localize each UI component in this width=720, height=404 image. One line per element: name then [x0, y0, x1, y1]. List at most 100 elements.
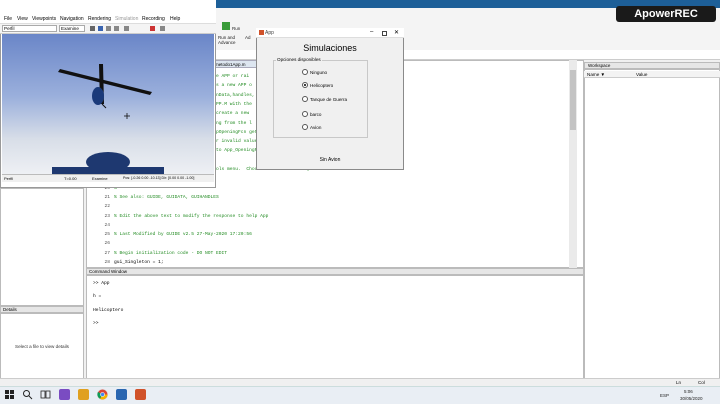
- workspace-panel[interactable]: [584, 69, 720, 385]
- radio-label[interactable]: Helicoptero: [310, 83, 333, 88]
- menu-simulation[interactable]: Simulation: [115, 16, 138, 22]
- toolbar-icon[interactable]: [114, 26, 119, 31]
- line-text: nData,handles,: [216, 92, 255, 98]
- code-line[interactable]: 22: [88, 202, 568, 211]
- line-number: 28: [104, 260, 110, 265]
- line-text: gui_Singleton = 1;: [114, 260, 164, 265]
- toolbar-icon[interactable]: [160, 26, 165, 31]
- run-advance-button[interactable]: Run and Advance: [218, 35, 244, 45]
- status-time: T=0.00: [64, 176, 77, 181]
- file-explorer-icon[interactable]: [78, 389, 89, 400]
- toolbar-icon[interactable]: [124, 26, 129, 31]
- line-number: 24: [104, 222, 110, 228]
- radio-avion[interactable]: [302, 124, 308, 130]
- radio-label[interactable]: Avion: [310, 125, 321, 130]
- line-number: 21: [104, 194, 110, 200]
- line-text: s a new APP o: [216, 83, 252, 89]
- minimize-icon[interactable]: –: [370, 29, 373, 35]
- menu-view[interactable]: View: [17, 16, 28, 22]
- status-col: Col: [698, 380, 705, 385]
- run-icon[interactable]: [222, 22, 230, 30]
- workspace-col-name[interactable]: Name ▼: [587, 72, 605, 77]
- toolbar-icon[interactable]: [106, 26, 111, 31]
- maximize-icon[interactable]: [382, 31, 387, 36]
- chrome-icon[interactable]: [97, 389, 108, 400]
- status-bar: Ln Col: [0, 378, 720, 386]
- options-group-label: Opciones disponibles: [276, 57, 322, 62]
- vr-statusbar: Perfil T=0.00 Examine Pos: [-0.26 0.00 -…: [2, 174, 214, 182]
- code-line[interactable]: 28 gui_Singleton = 1;: [88, 258, 568, 267]
- status-position: Pos: [-0.26 0.00 -10.13] Dir: [0.00 0.00…: [123, 176, 195, 180]
- app-icon[interactable]: [116, 389, 127, 400]
- code-line[interactable]: 25 % Last Modified by GUIDE v2.5 27-May-2…: [88, 230, 568, 239]
- visual-studio-icon[interactable]: [59, 389, 70, 400]
- matlab-icon[interactable]: [135, 389, 146, 400]
- menu-file[interactable]: File: [4, 16, 12, 22]
- code-line[interactable]: 26: [88, 239, 568, 248]
- radio-label[interactable]: Tanque de Guerra: [310, 97, 347, 102]
- navigation-mode-select[interactable]: Examine: [59, 25, 85, 32]
- code-line[interactable]: 24: [88, 221, 568, 230]
- menu-viewpoints[interactable]: Viewpoints: [32, 16, 56, 22]
- status-ln: Ln: [676, 380, 682, 385]
- app-title-icon: [259, 30, 264, 35]
- editor-scroll-thumb[interactable]: [570, 70, 576, 130]
- current-folder-panel[interactable]: [0, 188, 84, 306]
- input-language[interactable]: ESP: [660, 393, 669, 398]
- code-line[interactable]: 21 % See also: GUIDE, GUIDATA, GUIHANDLES: [88, 193, 568, 202]
- cmd-line: Helicoptero: [93, 308, 124, 313]
- menu-navigation[interactable]: Navigation: [60, 16, 84, 22]
- app-heading: Simulaciones: [303, 43, 357, 53]
- toolbar-icon[interactable]: [98, 26, 103, 31]
- menu-help[interactable]: Help: [170, 16, 180, 22]
- viewpoint-select[interactable]: Perfil: [2, 25, 57, 32]
- task-view-icon[interactable]: [40, 389, 51, 400]
- run-button-label[interactable]: Run: [232, 26, 240, 31]
- workspace-col-value[interactable]: Value: [636, 72, 647, 77]
- start-icon[interactable]: [4, 389, 15, 400]
- helicopter-model: [52, 64, 164, 174]
- vr-titlebar: [0, 0, 216, 14]
- radio-label[interactable]: Ninguno: [310, 70, 327, 75]
- line-text: % Edit the above text to modify the resp…: [114, 213, 269, 219]
- app-title: App: [265, 30, 274, 36]
- menu-recording[interactable]: Recording: [142, 16, 165, 22]
- line-number: 23: [104, 213, 110, 219]
- line-number: 25: [104, 232, 110, 238]
- status-viewpoint: Perfil: [4, 176, 14, 181]
- clock-time[interactable]: 5:06: [684, 389, 693, 394]
- cmd-prompt[interactable]: >>: [93, 321, 99, 326]
- taskbar: [0, 386, 720, 404]
- radio-ninguno[interactable]: [302, 69, 308, 75]
- command-window[interactable]: >> App h = Helicoptero >>: [86, 275, 584, 385]
- details-header: Details: [0, 306, 84, 313]
- line-text: % Begin initialization code - DO NOT EDI…: [114, 250, 228, 256]
- line-text: PP.M with the: [216, 101, 252, 107]
- line-number: 27: [104, 250, 110, 256]
- status-mode: Examine: [92, 176, 108, 181]
- radio-label[interactable]: barco: [310, 112, 322, 117]
- radio-barco[interactable]: [302, 111, 308, 117]
- record-icon[interactable]: [150, 26, 155, 31]
- radio-tanque[interactable]: [302, 96, 308, 102]
- clock-date[interactable]: 30/05/2020: [680, 396, 703, 401]
- code-line[interactable]: 27 % Begin initialization code - DO NOT E…: [88, 249, 568, 258]
- line-text: create a new: [216, 111, 250, 117]
- toolbar-icon[interactable]: [90, 26, 95, 31]
- line-text: ng from the l: [216, 120, 252, 126]
- radio-helicoptero[interactable]: [302, 82, 308, 88]
- command-window-header: Command Window: [86, 268, 584, 275]
- cmd-line: >> App: [93, 281, 110, 286]
- code-line[interactable]: 23 % Edit the above text to modify the re…: [88, 212, 568, 221]
- search-icon[interactable]: [22, 389, 33, 400]
- app-status-text: Sin Avion: [319, 157, 341, 163]
- add-button[interactable]: Ad: [245, 35, 251, 40]
- details-panel: [0, 313, 84, 385]
- menu-rendering[interactable]: Rendering: [88, 16, 111, 22]
- 3d-viewport[interactable]: [2, 34, 214, 174]
- apowerrec-logo: ApowerREC: [616, 6, 716, 22]
- details-placeholder: Select a file to view details: [15, 344, 69, 349]
- workspace-columns: Name ▼ Value: [584, 71, 720, 78]
- close-icon[interactable]: ✕: [394, 29, 399, 36]
- line-number: 26: [104, 241, 110, 247]
